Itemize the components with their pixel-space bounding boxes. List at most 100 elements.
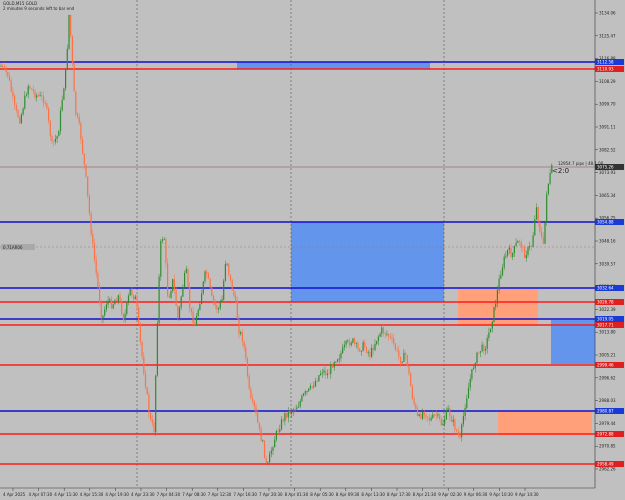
demand-zone-right <box>551 320 595 364</box>
candle <box>160 239 162 281</box>
demand-zone-middle <box>291 222 444 302</box>
left-indicator-label: 0.71AR06 <box>1 244 35 250</box>
svg-text:0.71AR06: 0.71AR06 <box>3 245 23 250</box>
candle <box>231 278 233 291</box>
svg-text:2980.87: 2980.87 <box>597 409 614 414</box>
candle <box>70 14 72 38</box>
time-axis-label: 7 Apr 20:30 <box>259 492 283 497</box>
candle <box>85 164 87 178</box>
time-axis-label: 8 Apr 21:30 <box>413 492 437 497</box>
svg-text:2958.49: 2958.49 <box>597 462 614 467</box>
candle <box>209 277 211 290</box>
svg-text:3112.58: 3112.58 <box>597 60 614 65</box>
price-level-tag: 3110.93 <box>595 66 624 72</box>
time-axis-label: 8 Apr 13:30 <box>361 492 385 497</box>
price-axis-label: 3073.93 <box>599 170 616 175</box>
price-level-tag: 3017.71 <box>595 322 624 328</box>
price-axis-label: 3022.39 <box>599 307 616 312</box>
svg-text:2972.88: 2972.88 <box>597 432 614 437</box>
time-axis-label: 8 Apr 01:30 <box>285 492 309 497</box>
price-axis-label: 3065.34 <box>599 193 616 198</box>
demand-zone-top <box>237 62 430 69</box>
candle <box>167 258 169 298</box>
price-level-tag: 2972.88 <box>595 431 624 437</box>
candle <box>20 112 22 125</box>
price-level-tag: 2980.87 <box>595 408 624 414</box>
candle <box>87 176 89 199</box>
candle <box>546 191 548 226</box>
time-axis-label: 7 Apr 12:30 <box>208 492 232 497</box>
price-axis-label: 2962.26 <box>599 467 616 472</box>
candle <box>544 222 546 245</box>
candle <box>318 374 320 382</box>
candle <box>547 183 549 196</box>
price-level-tag: 3054.88 <box>595 219 624 225</box>
price-axis-label: 3013.80 <box>599 330 616 335</box>
candle <box>75 90 77 117</box>
candle <box>156 320 158 378</box>
price-axis-label: 3005.21 <box>599 353 616 358</box>
svg-text:3019.05: 3019.05 <box>597 317 614 322</box>
price-axis-label: 2970.85 <box>599 444 616 449</box>
price-level-tag: 3112.58 <box>595 59 624 65</box>
price-chart[interactable]: 3134.063125.473116.883108.293099.703091.… <box>0 0 625 500</box>
time-axis-label: 4 Apr 15:30 <box>80 492 104 497</box>
svg-text:3017.71: 3017.71 <box>597 323 614 328</box>
price-axis-label: 3099.70 <box>599 102 616 107</box>
time-axis-label: 8 Apr 05:30 <box>310 492 334 497</box>
candle <box>248 373 250 391</box>
price-axis-label: 3125.47 <box>599 33 616 38</box>
price-axis-label: 3082.52 <box>599 147 616 152</box>
candle <box>410 371 412 387</box>
candle <box>223 278 225 301</box>
candle <box>406 354 408 368</box>
time-axis-label: 4 Apr 2025 <box>3 492 26 497</box>
candle <box>493 306 495 323</box>
time-axis-label: 8 Apr 17:30 <box>387 492 411 497</box>
supply-zone-bottom <box>498 412 592 435</box>
time-axis-label: 4 Apr 19:30 <box>105 492 129 497</box>
price-axis-labels: 3134.063125.473116.883108.293099.703091.… <box>595 11 616 472</box>
time-axis-label: 9 Apr 06:30 <box>464 492 488 497</box>
candle <box>158 273 160 327</box>
price-level-tag: 3019.05 <box>595 316 624 322</box>
spread-info: 12954.7 pips | 48.1 00 <box>558 161 604 166</box>
price-axis <box>595 0 625 488</box>
candle <box>365 346 368 354</box>
svg-text:3110.93: 3110.93 <box>597 67 614 72</box>
candle <box>68 14 70 51</box>
candle <box>73 61 75 92</box>
candle <box>490 328 492 333</box>
candle <box>65 69 67 92</box>
bar-timer: <2:0 <box>552 167 569 175</box>
price-axis-label: 2996.62 <box>599 375 616 380</box>
candle <box>172 278 174 293</box>
svg-text:3032.64: 3032.64 <box>597 286 614 291</box>
price-level-tag: 2958.49 <box>595 461 624 467</box>
time-axis-label: 8 Apr 09:30 <box>336 492 360 497</box>
price-level-tag: 3032.64 <box>595 285 624 291</box>
candle <box>90 210 92 237</box>
candle <box>187 267 189 289</box>
time-axis-label: 4 Apr 07:30 <box>29 492 53 497</box>
candle <box>263 440 266 459</box>
bar-countdown: 2 minutes 9 seconds left to bar end <box>3 6 75 11</box>
time-axis-label: 7 Apr 04:30 <box>157 492 181 497</box>
price-axis-label: 3048.16 <box>599 239 616 244</box>
time-axis-label: 7 Apr 08:30 <box>182 492 206 497</box>
price-axis-label: 3108.29 <box>599 79 616 84</box>
svg-text:2999.46: 2999.46 <box>597 363 614 368</box>
candle <box>88 193 90 217</box>
candle <box>129 288 131 296</box>
candle <box>71 34 73 67</box>
candle <box>155 374 157 436</box>
price-level-tag: 3026.78 <box>595 299 624 305</box>
candle <box>246 356 249 379</box>
price-axis-label: 2988.03 <box>599 398 616 403</box>
time-axis-label: 4 Apr 11:30 <box>54 492 78 497</box>
time-axis-label: 9 Apr 02:30 <box>438 492 462 497</box>
time-axis-label: 4 Apr 23:30 <box>131 492 155 497</box>
price-level-tag: 2999.46 <box>595 362 624 368</box>
candle <box>17 108 19 119</box>
candle <box>146 386 148 395</box>
